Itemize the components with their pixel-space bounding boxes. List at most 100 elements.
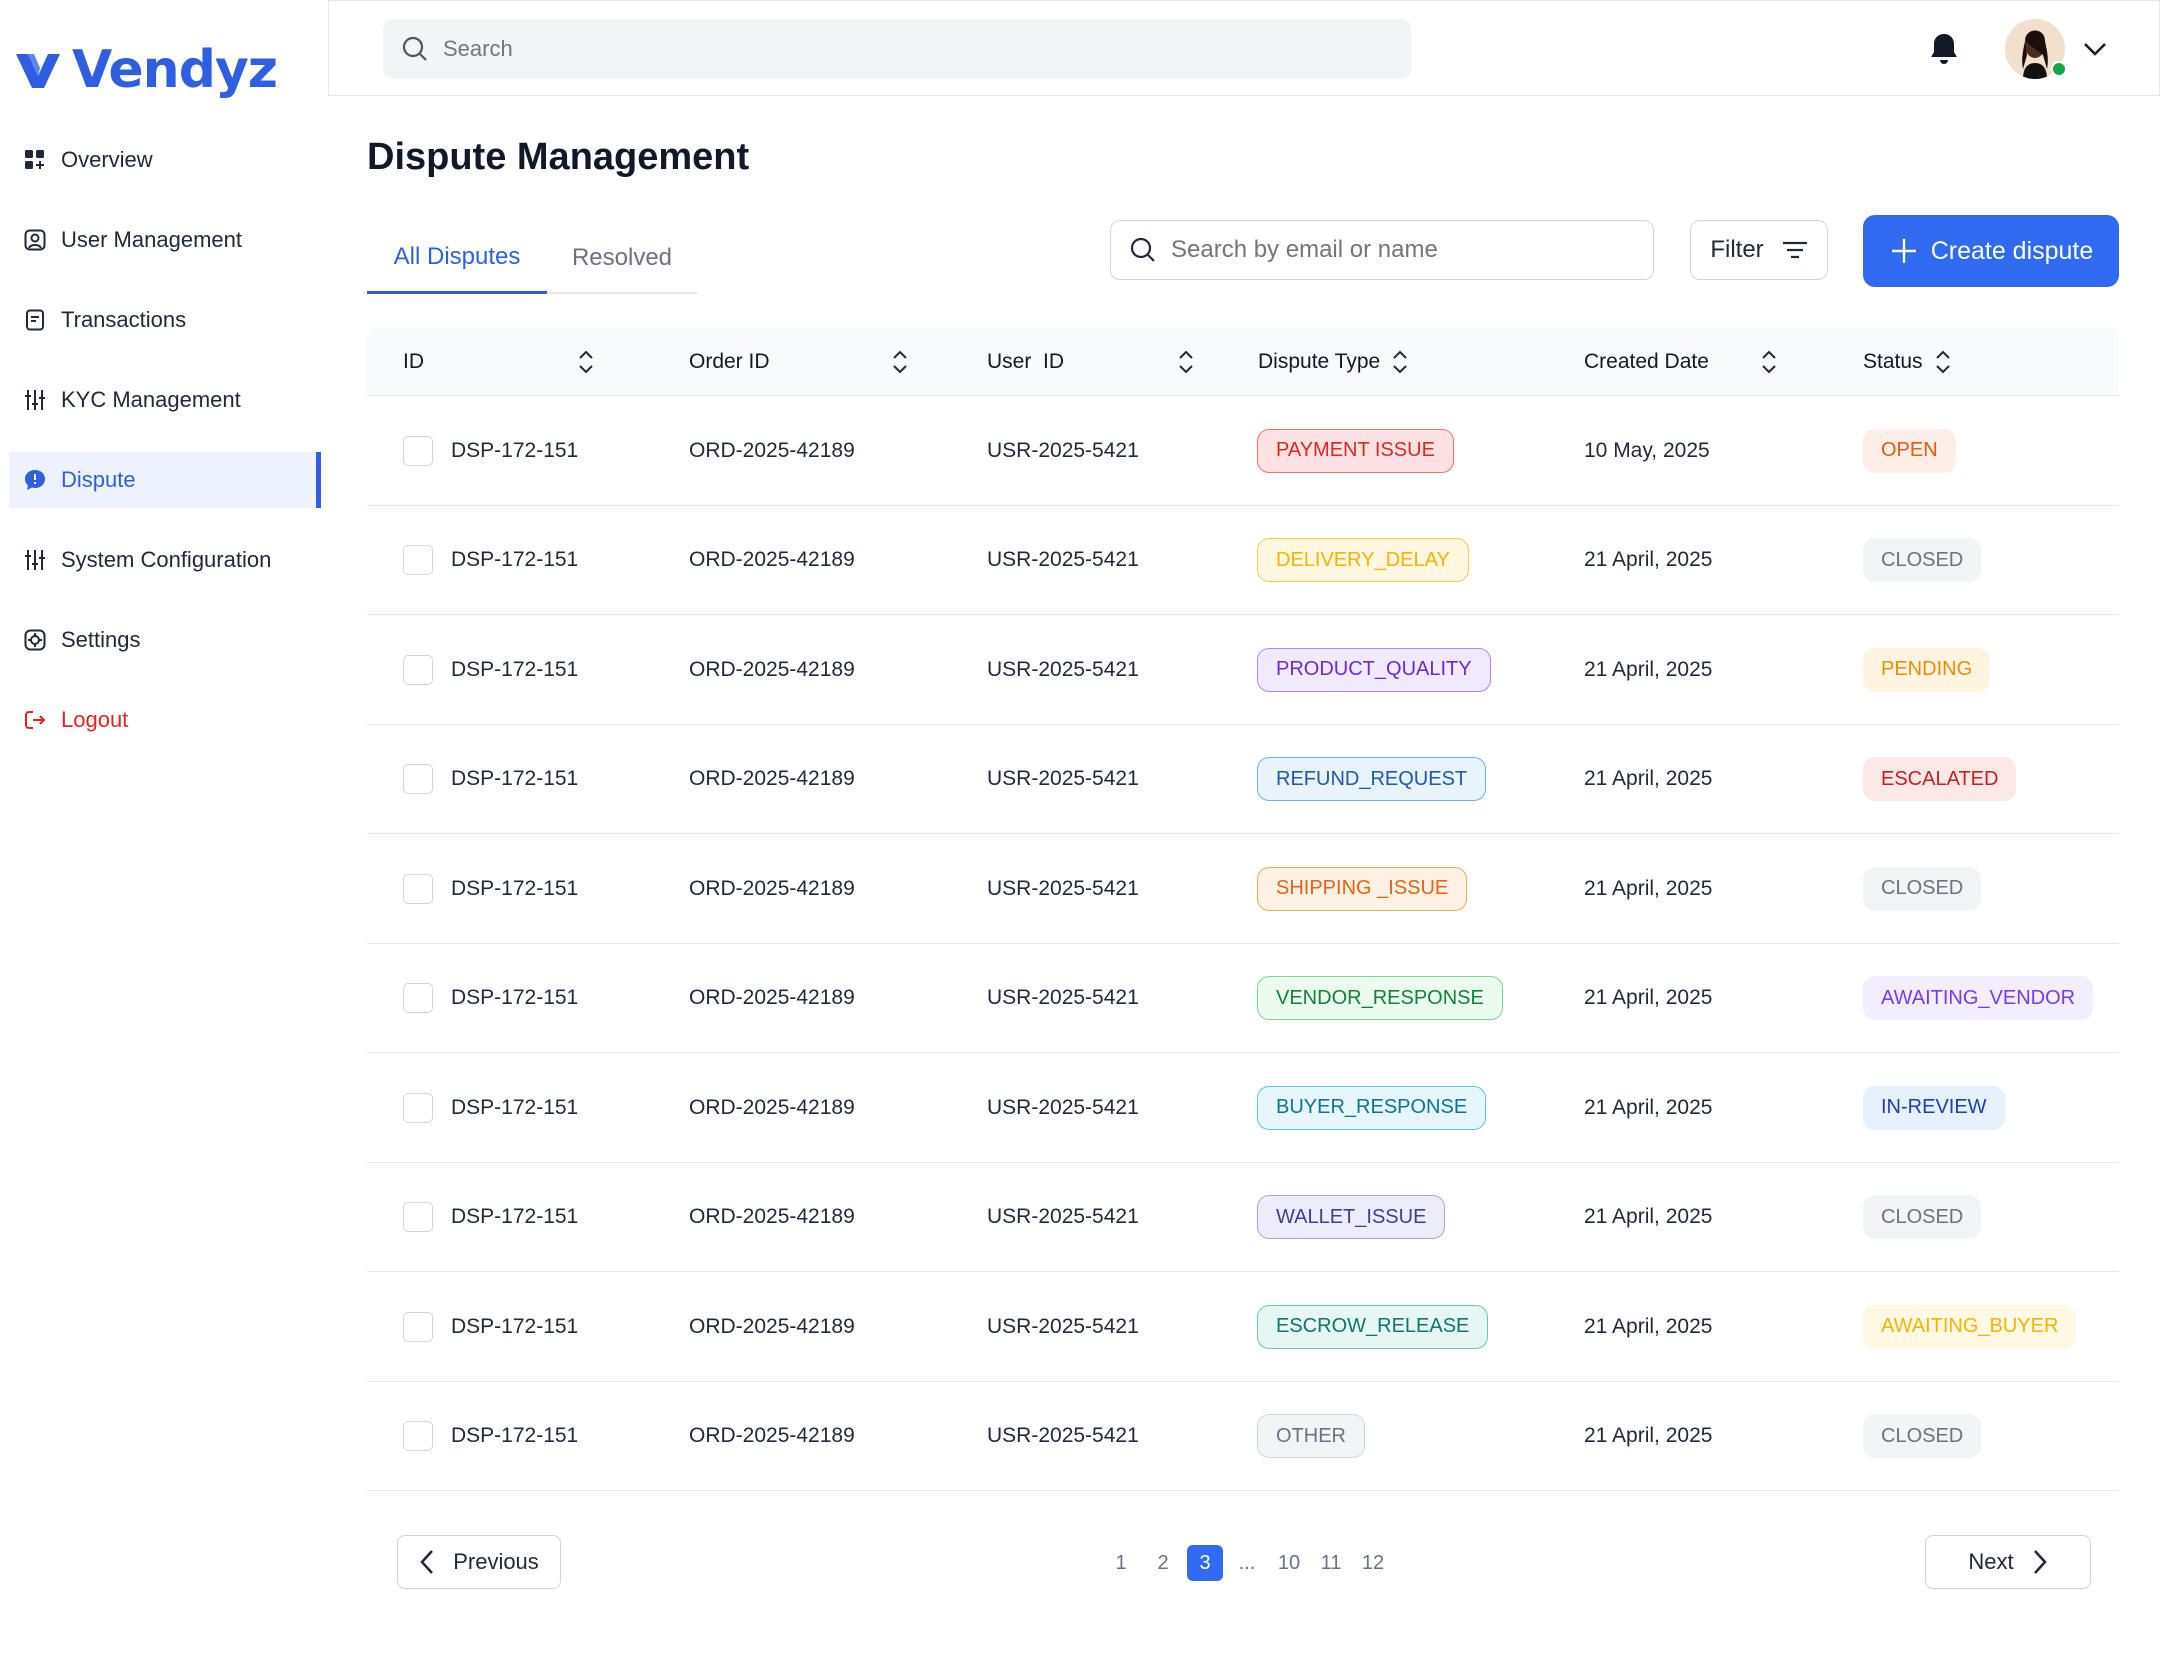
status-cell: IN-REVIEW	[1863, 1053, 2005, 1162]
previous-button[interactable]: Previous	[397, 1535, 561, 1589]
user-id: USR-2025-5421	[987, 767, 1139, 790]
created-date: 21 April, 2025	[1584, 986, 1713, 1009]
page-number[interactable]: 1	[1103, 1545, 1139, 1581]
status-cell: CLOSED	[1863, 834, 1982, 943]
user-id: USR-2025-5421	[987, 1095, 1139, 1119]
sidebar-item-user-management[interactable]: User Management	[9, 212, 321, 268]
row-checkbox[interactable]	[403, 435, 433, 466]
chevron-down-icon[interactable]	[2081, 37, 2109, 61]
row-checkbox[interactable]	[403, 1202, 433, 1232]
dispute-type-cell: DELIVERY_DELAY	[1257, 506, 1469, 615]
created-date: 21 April, 2025	[1584, 657, 1713, 681]
order-id: ORD-2025-42189	[689, 767, 855, 790]
user-id: USR-2025-5421	[987, 548, 1139, 571]
page-ellipsis: ...	[1238, 1551, 1256, 1574]
column-label: User ID	[987, 350, 1065, 373]
row-checkbox-cell	[403, 615, 433, 724]
column-header-dispute-type[interactable]: Dispute Type	[1258, 328, 1410, 396]
table-row[interactable]: DSP-172-151 ORD-2025-42189 USR-2025-5421 WA…	[367, 1163, 2119, 1272]
status-badge: PENDING	[1863, 647, 1991, 692]
status-cell: CLOSED	[1863, 506, 1982, 615]
dispute-id: DSP-172-151	[451, 1424, 579, 1447]
dispute-type-cell: PRODUCT_QUALITY	[1257, 615, 1491, 724]
sidebar-item-settings[interactable]: Settings	[9, 612, 321, 668]
dispute-id: DSP-172-151	[451, 438, 579, 462]
next-button[interactable]: Next	[1925, 1535, 2091, 1589]
logout-icon	[23, 708, 47, 732]
row-checkbox[interactable]	[403, 1421, 433, 1451]
table-row[interactable]: DSP-172-151 ORD-2025-42189 USR-2025-5421 BU…	[367, 1053, 2119, 1163]
created-date: 10 May, 2025	[1584, 438, 1710, 462]
sort-icon	[1393, 350, 1407, 374]
dispute-search-input[interactable]	[1171, 236, 1631, 264]
status-badge: CLOSED	[1863, 1195, 1982, 1239]
dispute-type-badge: BUYER_RESPONSE	[1257, 1085, 1487, 1130]
table-row[interactable]: DSP-172-151 ORD-2025-42189 USR-2025-5421 PR…	[367, 615, 2119, 725]
chevron-right-icon	[2033, 1550, 2047, 1574]
table-row[interactable]: DSP-172-151 ORD-2025-42189 USR-2025-5421 OT…	[367, 1382, 2119, 1491]
sidebar-item-kyc-management[interactable]: KYC Management	[9, 372, 321, 428]
status-cell: AWAITING_VENDOR	[1863, 944, 2094, 1053]
user-id: USR-2025-5421	[987, 438, 1139, 462]
table-row[interactable]: DSP-172-151 ORD-2025-42189 USR-2025-5421 VE…	[367, 944, 2119, 1053]
dispute-search[interactable]	[1110, 220, 1654, 280]
status-badge: CLOSED	[1863, 1414, 1982, 1458]
column-header-order-id[interactable]: Order ID	[689, 328, 910, 396]
dispute-id: DSP-172-151	[451, 767, 579, 790]
table-row[interactable]: DSP-172-151 ORD-2025-42189 USR-2025-5421 PA…	[367, 396, 2119, 506]
previous-label: Previous	[453, 1549, 539, 1574]
table-row[interactable]: DSP-172-151 ORD-2025-42189 USR-2025-5421 RE…	[367, 725, 2119, 834]
topbar	[328, 0, 2160, 96]
dispute-type-badge: VENDOR_RESPONSE	[1257, 976, 1503, 1020]
tab-all-disputes[interactable]: All Disputes	[367, 222, 547, 294]
page-number[interactable]: 10	[1271, 1545, 1307, 1581]
dispute-id: DSP-172-151	[451, 1095, 579, 1119]
dispute-type-cell: REFUND_REQUEST	[1257, 725, 1487, 834]
dispute-type-cell: VENDOR_RESPONSE	[1257, 944, 1503, 1053]
global-search-input[interactable]	[443, 36, 1343, 62]
sidebar-item-label: Dispute	[61, 467, 136, 492]
create-dispute-button[interactable]: Create dispute	[1863, 215, 2119, 287]
column-header-id[interactable]: ID	[403, 328, 596, 396]
row-checkbox[interactable]	[403, 764, 433, 794]
sidebar-item-overview[interactable]: Overview	[9, 132, 321, 188]
page-number[interactable]: 2	[1145, 1545, 1181, 1581]
column-header-created-date[interactable]: Created Date	[1584, 328, 1779, 396]
row-checkbox[interactable]	[403, 983, 433, 1013]
row-checkbox-cell	[403, 1053, 433, 1162]
status-badge: CLOSED	[1863, 538, 1982, 582]
column-label: Status	[1863, 350, 1923, 373]
table-row[interactable]: DSP-172-151 ORD-2025-42189 USR-2025-5421 SH…	[367, 834, 2119, 944]
row-checkbox[interactable]	[403, 545, 433, 575]
status-badge: AWAITING_BUYER	[1863, 1304, 2077, 1349]
sidebar-item-transactions[interactable]: Transactions	[9, 292, 321, 348]
bell-icon[interactable]	[1927, 31, 1961, 67]
column-header-user-id[interactable]: User ID	[987, 328, 1196, 396]
row-checkbox-cell	[403, 725, 433, 834]
receipt-icon	[23, 308, 47, 332]
table-row[interactable]: DSP-172-151 ORD-2025-42189 USR-2025-5421 ES…	[367, 1272, 2119, 1382]
page-number[interactable]: 11	[1313, 1545, 1349, 1581]
sidebar-item-system-configuration[interactable]: System Configuration	[9, 532, 321, 588]
sliders-icon	[23, 548, 47, 572]
table-row[interactable]: DSP-172-151 ORD-2025-42189 USR-2025-5421 DE…	[367, 506, 2119, 615]
page-number[interactable]: 12	[1355, 1545, 1391, 1581]
sort-icon	[1179, 350, 1193, 374]
dispute-id: DSP-172-151	[451, 876, 579, 900]
page-number[interactable]: 3	[1187, 1545, 1223, 1581]
row-checkbox[interactable]	[403, 873, 433, 904]
dispute-id: DSP-172-151	[451, 986, 579, 1009]
logo[interactable]: Vendyz	[14, 40, 278, 100]
sidebar-item-logout[interactable]: Logout	[9, 692, 321, 748]
created-date: 21 April, 2025	[1584, 876, 1713, 900]
dispute-type-cell: WALLET_ISSUE	[1257, 1163, 1446, 1272]
chevron-left-icon	[420, 1550, 434, 1574]
global-search[interactable]	[383, 19, 1411, 79]
tab-resolved[interactable]: Resolved	[547, 222, 697, 294]
filter-button[interactable]: Filter	[1690, 220, 1828, 280]
row-checkbox[interactable]	[403, 1311, 433, 1342]
column-header-status[interactable]: Status	[1863, 328, 1953, 396]
sidebar-item-dispute[interactable]: Dispute	[9, 452, 321, 508]
row-checkbox[interactable]	[403, 654, 433, 685]
row-checkbox[interactable]	[403, 1092, 433, 1123]
